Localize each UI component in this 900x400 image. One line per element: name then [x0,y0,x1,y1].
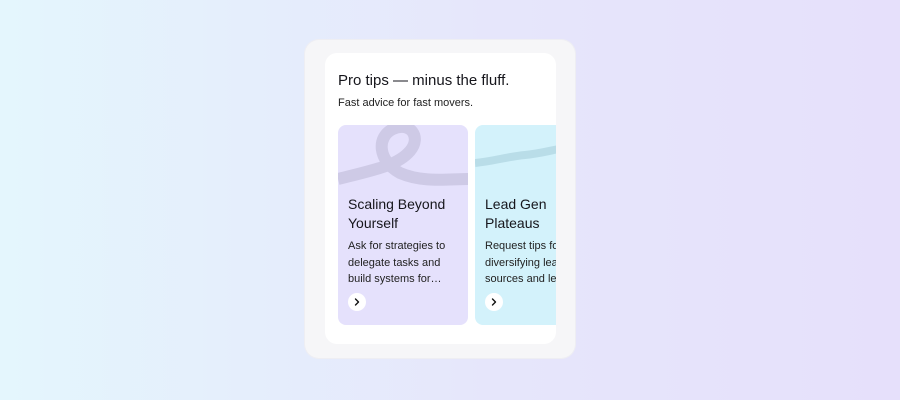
card-title: Lead Gen Plateaus [485,196,547,231]
tip-card-scaling[interactable]: Scaling Beyond Yourself Ask for strategi… [338,125,468,325]
card-title: Scaling Beyond Yourself [348,196,446,231]
card-decoration [338,125,468,186]
chevron-right-icon [491,298,497,306]
panel-subtitle: Fast advice for fast movers. [338,97,474,109]
tip-card-lead-gen[interactable]: Lead Gen Plateaus Request tips for diver… [475,125,556,325]
card-description: Ask for strategies to delegate tasks and… [348,240,446,285]
card-open-button[interactable] [485,293,503,311]
card-open-button[interactable] [348,293,366,311]
card-description: Request tips for diversifying lead sourc… [485,240,556,285]
panel-title: Pro tips — minus the fluff. [338,72,510,89]
card-decoration [475,145,556,167]
widget-frame: Pro tips — minus the fluff. Fast advice … [305,40,575,358]
pro-tips-panel: Pro tips — minus the fluff. Fast advice … [325,53,556,344]
chevron-right-icon [354,298,360,306]
